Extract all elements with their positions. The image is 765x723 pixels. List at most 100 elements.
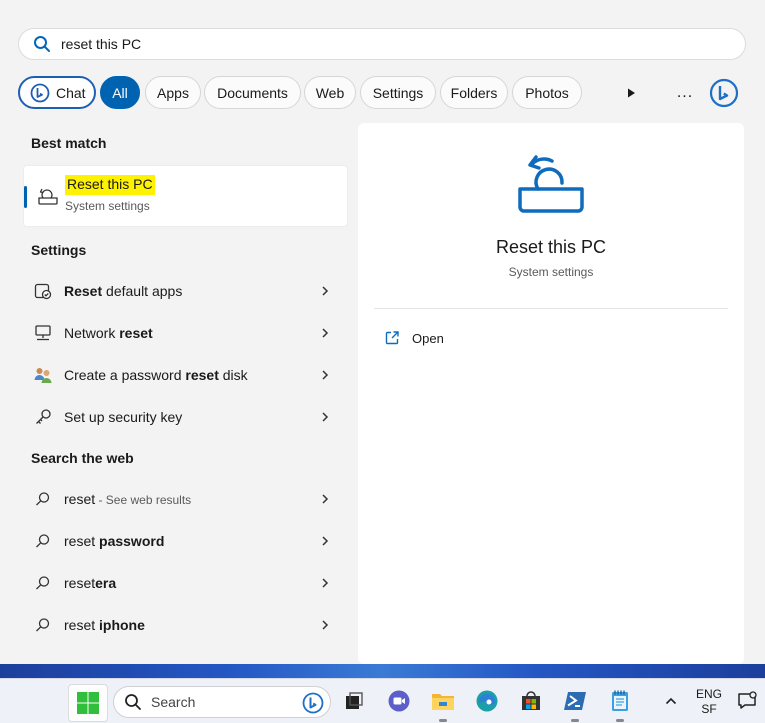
chip-all-label: All: [112, 84, 128, 101]
chip-web-label: Web: [315, 84, 345, 101]
chevron-up-icon: [665, 697, 677, 705]
reset-pc-large-icon: [518, 155, 584, 213]
search-icon: [32, 530, 54, 552]
search-icon: [125, 694, 141, 710]
web-result-resetera[interactable]: resetera: [23, 563, 348, 603]
teams-chat-icon: [388, 690, 410, 712]
web-result-label: reset iphone: [64, 617, 145, 633]
keyboard-layout: SF: [701, 702, 717, 716]
search-web-heading: Search the web: [31, 450, 134, 466]
more-options-label: ...: [676, 83, 694, 101]
chip-folders-label: Folders: [450, 84, 498, 101]
store-button[interactable]: [518, 688, 544, 714]
bing-icon: [709, 78, 739, 107]
taskbar-search-placeholder: Search: [151, 694, 196, 710]
users-icon: [32, 364, 54, 386]
settings-item-label: Reset default apps: [64, 283, 183, 299]
bing-icon: [302, 692, 324, 714]
reset-pc-icon: [38, 188, 58, 205]
network-pc-icon: [32, 322, 54, 344]
settings-item-network-reset[interactable]: Network reset: [23, 313, 348, 353]
start-button[interactable]: [68, 684, 108, 722]
best-match-card[interactable]: Reset this PC System settings: [23, 165, 348, 227]
bing-button[interactable]: [706, 76, 742, 109]
show-hidden-icons-button[interactable]: [658, 688, 684, 714]
settings-item-reset-default-apps[interactable]: Reset default apps: [23, 271, 348, 311]
more-options-button[interactable]: ...: [670, 76, 700, 109]
search-icon: [32, 614, 54, 636]
chip-documents-label: Documents: [217, 84, 288, 101]
web-result-label: reset - See web results: [64, 491, 192, 507]
search-icon: [32, 488, 54, 510]
default-apps-icon: [32, 280, 54, 302]
chip-documents[interactable]: Documents: [204, 76, 301, 109]
running-indicator: [616, 719, 624, 722]
powershell-icon: [564, 692, 586, 710]
settings-item-security-key[interactable]: Set up security key: [23, 397, 348, 437]
chip-web[interactable]: Web: [304, 76, 356, 109]
filter-bar: Chat All Apps Documents Web Settings Fol…: [18, 76, 746, 110]
preview-pane: Reset this PC System settings Open: [358, 123, 744, 664]
chevron-right-icon: [322, 578, 329, 588]
web-result-reset[interactable]: reset - See web results: [23, 479, 348, 519]
store-icon: [522, 691, 540, 710]
chip-folders[interactable]: Folders: [440, 76, 508, 109]
task-view-button[interactable]: [341, 688, 367, 714]
web-result-reset-password[interactable]: reset password: [23, 521, 348, 561]
chip-apps-label: Apps: [157, 84, 189, 101]
open-label: Open: [412, 330, 444, 346]
notifications-button[interactable]: [734, 688, 760, 714]
search-box[interactable]: [18, 28, 746, 60]
running-indicator: [439, 719, 447, 722]
chip-settings[interactable]: Settings: [360, 76, 436, 109]
chip-chat-label: Chat: [56, 84, 86, 101]
folder-icon: [432, 694, 454, 710]
notification-icon: [738, 691, 757, 709]
powershell-button[interactable]: [562, 688, 588, 722]
chip-photos-label: Photos: [525, 84, 569, 101]
edge-browser-icon: [476, 690, 498, 712]
settings-heading: Settings: [31, 242, 87, 258]
preview-title: Reset this PC: [495, 237, 607, 257]
best-match-title: Reset this PC: [65, 175, 155, 195]
search-input[interactable]: [61, 36, 661, 52]
chip-all[interactable]: All: [100, 76, 140, 109]
chevron-right-icon: [322, 370, 329, 380]
search-icon: [34, 36, 50, 52]
play-arrow-icon: [628, 88, 635, 97]
chevron-right-icon: [322, 286, 329, 296]
running-indicator: [571, 719, 579, 722]
open-external-icon: [385, 331, 399, 345]
taskbar: Search ENG SF: [0, 678, 765, 723]
preview-divider: [374, 308, 728, 309]
chip-photos[interactable]: Photos: [512, 76, 582, 109]
notepad-button[interactable]: [607, 688, 633, 722]
language-code: ENG: [695, 687, 722, 701]
windows-logo-icon: [77, 692, 99, 714]
chevron-right-icon: [322, 412, 329, 422]
chevron-right-icon: [322, 328, 329, 338]
web-result-label: reset password: [64, 533, 165, 549]
teams-chat-button[interactable]: [386, 688, 412, 714]
chevron-right-icon: [322, 494, 329, 504]
scroll-right-button[interactable]: [616, 76, 646, 109]
task-view-icon: [346, 692, 363, 709]
desktop-wallpaper: [0, 664, 765, 678]
notepad-icon: [612, 690, 628, 711]
taskbar-search[interactable]: Search: [113, 686, 331, 718]
edge-button[interactable]: [474, 688, 500, 714]
settings-item-label: Set up security key: [64, 409, 183, 425]
file-explorer-button[interactable]: [430, 688, 456, 722]
chevron-right-icon: [322, 620, 329, 630]
settings-item-label: Create a password reset disk: [64, 367, 248, 383]
language-indicator[interactable]: ENG SF: [695, 687, 723, 717]
chip-chat[interactable]: Chat: [18, 76, 96, 109]
open-action[interactable]: Open: [384, 328, 444, 348]
search-icon: [32, 572, 54, 594]
best-match-subtitle: System settings: [65, 199, 150, 213]
chip-settings-label: Settings: [372, 84, 424, 101]
chip-apps[interactable]: Apps: [145, 76, 201, 109]
best-match-heading: Best match: [31, 135, 107, 151]
settings-item-password-reset-disk[interactable]: Create a password reset disk: [23, 355, 348, 395]
web-result-reset-iphone[interactable]: reset iphone: [23, 605, 348, 645]
